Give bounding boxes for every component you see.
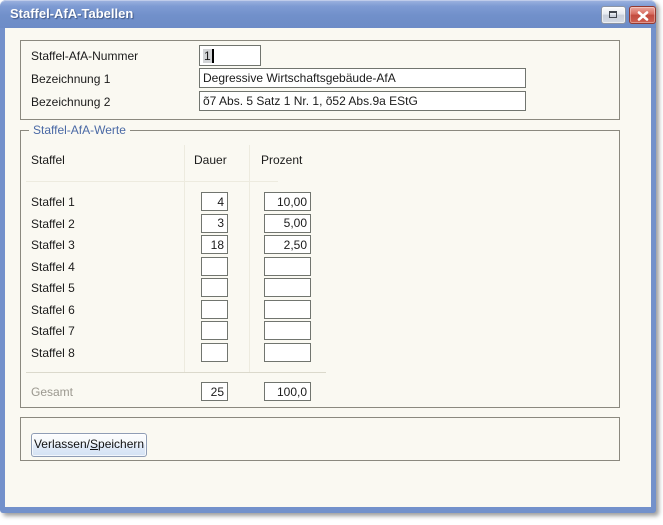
table-row: Staffel 1 xyxy=(21,192,619,212)
row-label: Staffel 5 xyxy=(31,281,75,295)
row-label: Staffel 1 xyxy=(31,195,75,209)
gesamt-label: Gesamt xyxy=(31,385,73,399)
button-label-mnemonic: S xyxy=(90,437,98,451)
row-label: Staffel 4 xyxy=(31,260,75,274)
row-label: Staffel 2 xyxy=(31,217,75,231)
column-header-dauer: Dauer xyxy=(194,153,227,167)
prozent-input[interactable] xyxy=(264,214,311,233)
column-header-staffel: Staffel xyxy=(31,153,65,167)
row-label: Staffel 8 xyxy=(31,346,75,360)
maximize-icon xyxy=(609,11,617,18)
maximize-button[interactable] xyxy=(601,6,626,24)
dauer-input[interactable] xyxy=(201,257,228,276)
dauer-input[interactable] xyxy=(201,321,228,340)
staffel-afa-nummer-value: 1 xyxy=(203,49,212,63)
prozent-input[interactable] xyxy=(264,343,311,362)
verlassen-speichern-button[interactable]: Verlassen/Speichern xyxy=(31,433,147,457)
header-separator xyxy=(26,181,278,182)
titlebar[interactable]: Staffel-AfA-Tabellen xyxy=(0,0,656,28)
dauer-input[interactable] xyxy=(201,300,228,319)
bezeichnung1-label: Bezeichnung 1 xyxy=(31,72,110,86)
table-row: Staffel 7 xyxy=(21,321,619,341)
close-button[interactable] xyxy=(629,6,656,24)
footer-panel: Verlassen/Speichern xyxy=(20,417,620,461)
table-row: Staffel 8 xyxy=(21,343,619,363)
table-row: Staffel 3 xyxy=(21,235,619,255)
bezeichnung2-label: Bezeichnung 2 xyxy=(31,95,110,109)
dialog-body: Staffel-AfA-Nummer 1 Bezeichnung 1 Bezei… xyxy=(5,28,651,507)
close-icon xyxy=(637,11,649,21)
prozent-input[interactable] xyxy=(264,192,311,211)
dialog-window: Staffel-AfA-Tabellen Staffel-AfA-Nummer … xyxy=(0,0,656,513)
dauer-input[interactable] xyxy=(201,235,228,254)
prozent-input[interactable] xyxy=(264,257,311,276)
button-label-suffix: peichern xyxy=(98,437,144,451)
window-title: Staffel-AfA-Tabellen xyxy=(10,6,133,21)
bezeichnung2-input[interactable] xyxy=(199,91,526,111)
gesamt-prozent-input[interactable] xyxy=(264,382,311,401)
total-row: Gesamt xyxy=(21,382,619,402)
table-row: Staffel 2 xyxy=(21,214,619,234)
dauer-input[interactable] xyxy=(201,214,228,233)
row-label: Staffel 3 xyxy=(31,238,75,252)
table-row: Staffel 5 xyxy=(21,278,619,298)
prozent-input[interactable] xyxy=(264,278,311,297)
total-divider xyxy=(26,372,326,373)
header-fields-panel: Staffel-AfA-Nummer 1 Bezeichnung 1 Bezei… xyxy=(20,40,620,120)
row-label: Staffel 6 xyxy=(31,303,75,317)
column-header-prozent: Prozent xyxy=(261,153,302,167)
groupbox-legend: Staffel-AfA-Werte xyxy=(29,123,130,137)
text-caret xyxy=(212,49,214,63)
bezeichnung1-input[interactable] xyxy=(199,68,526,88)
dauer-input[interactable] xyxy=(201,343,228,362)
row-label: Staffel 7 xyxy=(31,324,75,338)
prozent-input[interactable] xyxy=(264,300,311,319)
table-row: Staffel 6 xyxy=(21,300,619,320)
button-label-prefix: Verlassen/ xyxy=(34,437,90,451)
table-row: Staffel 4 xyxy=(21,257,619,277)
staffel-afa-nummer-label: Staffel-AfA-Nummer xyxy=(31,49,138,63)
dauer-input[interactable] xyxy=(201,192,228,211)
dauer-input[interactable] xyxy=(201,278,228,297)
prozent-input[interactable] xyxy=(264,321,311,340)
prozent-input[interactable] xyxy=(264,235,311,254)
staffel-afa-nummer-input[interactable]: 1 xyxy=(199,45,261,66)
gesamt-dauer-input[interactable] xyxy=(201,382,228,401)
staffel-werte-groupbox: Staffel-AfA-Werte Staffel Dauer Prozent … xyxy=(20,130,620,408)
